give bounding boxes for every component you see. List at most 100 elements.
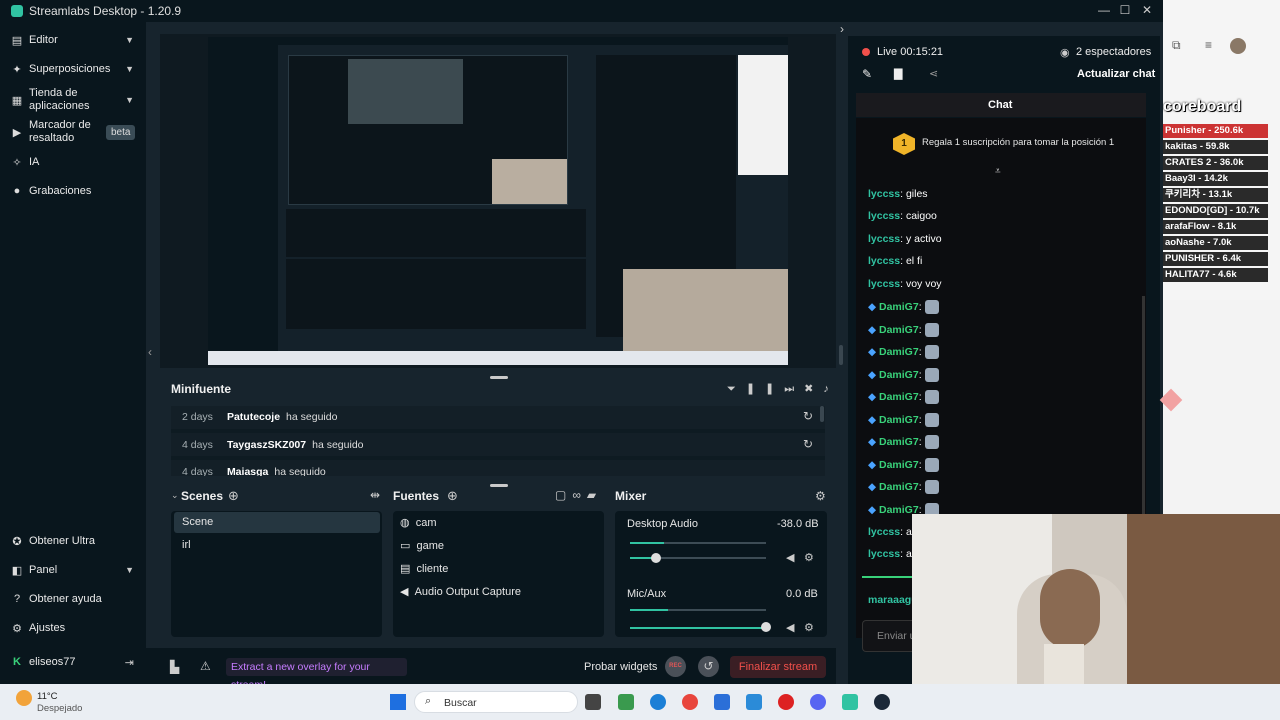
menu-icon[interactable]: ≡ (1205, 38, 1212, 52)
source-item-audio[interactable]: ◀ Audio Output Capture (400, 585, 521, 598)
steam-icon[interactable] (874, 694, 890, 710)
sidebar-item-recordings[interactable]: ● Grabaciones (0, 183, 146, 199)
select-icon[interactable]: ▢ (555, 488, 572, 502)
sidebar-item-app-store[interactable]: ▦ Tienda de aplicaciones ▼ (0, 86, 146, 114)
alert-icon[interactable]: ⚠ (200, 659, 211, 673)
chat-message: ◆ DamiG7: (868, 323, 939, 337)
store-icon[interactable] (714, 694, 730, 710)
chevron-down-icon[interactable]: ⌄ (171, 490, 179, 501)
pause-icon[interactable]: ❚❚ (746, 383, 784, 395)
gift-sub-banner[interactable]: Regala 1 suscripción para tomar la posic… (922, 137, 1114, 148)
streamlabs-taskbar-icon[interactable] (842, 694, 858, 710)
weather-temp: 11°C (37, 691, 58, 702)
collapse-right-icon[interactable]: › (840, 22, 844, 36)
start-menu-icon[interactable] (390, 694, 406, 710)
test-widgets-button[interactable]: Probar widgets (584, 661, 657, 673)
chat-message: lyccss: ar (868, 548, 916, 560)
extensions-icon[interactable]: ⧉ (1172, 38, 1181, 53)
live-timer: Live 00:15:21 (877, 46, 944, 58)
sidebar-item-account[interactable]: K eliseos77 ⇥ (0, 654, 146, 670)
volume-slider-desktop[interactable] (651, 553, 661, 563)
source-item-game[interactable]: ▭ game (400, 539, 444, 552)
scene-item[interactable]: Scene (182, 516, 213, 528)
source-item-client[interactable]: ▤ cliente (400, 562, 448, 575)
end-stream-button[interactable]: Finalizar stream (730, 656, 826, 678)
ai-sparkle-icon: ✧ (12, 156, 22, 169)
chevron-down-icon: ▼ (125, 64, 134, 74)
volume-icon[interactable]: ♪ (823, 383, 839, 395)
outlook-icon[interactable] (746, 694, 762, 710)
link-icon[interactable]: ∞ (572, 488, 587, 502)
drag-handle[interactable] (490, 484, 508, 487)
chrome-icon[interactable] (682, 694, 698, 710)
filter-icon[interactable]: ⏷ (727, 383, 746, 395)
scene-transition-icon[interactable]: ⇹ (370, 488, 380, 502)
promo-banner[interactable]: Extract a new overlay for your stream! (226, 658, 407, 691)
chevron-down-icon: ▼ (125, 35, 134, 45)
source-item-cam[interactable]: ◍ cam (400, 516, 437, 529)
edge-icon[interactable] (650, 694, 666, 710)
share-icon[interactable]: ⋖ (929, 67, 938, 80)
sidebar-item-ai[interactable]: ✧ IA (0, 154, 146, 170)
replay-icon[interactable]: ↻ (803, 409, 813, 423)
widgets-icon[interactable] (618, 694, 634, 710)
chat-input[interactable]: Enviar u (862, 620, 914, 652)
list-item: 4 days TaygaszSKZ007 ha seguido (182, 439, 364, 451)
sidebar-item-overlays[interactable]: ✦ Superposiciones ▼ (0, 61, 146, 77)
edit-stream-icon[interactable]: ✎ (862, 67, 872, 81)
resize-handle[interactable] (839, 345, 843, 365)
dashboard-icon[interactable]: ▇ (894, 67, 902, 80)
stats-icon[interactable]: ▙ (170, 660, 179, 674)
app-icon[interactable] (778, 694, 794, 710)
mute-alerts-icon[interactable]: ✖ (804, 383, 823, 395)
monitor-icon: ▭ (400, 540, 411, 552)
speaker-mute-icon[interactable]: ◀ (786, 621, 794, 634)
collapse-banner-icon[interactable]: ⩡ (995, 166, 1001, 177)
gear-icon: ⚙ (12, 622, 22, 635)
add-scene-icon[interactable]: ⊕ (228, 488, 239, 504)
chat-message: lyccss: el fi (868, 255, 923, 267)
score-row: 쿠키리차 - 13.1k (1163, 188, 1268, 202)
sidebar-item-settings[interactable]: ⚙ Ajustes (0, 620, 146, 636)
discord-icon[interactable] (810, 694, 826, 710)
sidebar-item-help[interactable]: ? Obtener ayuda (0, 591, 146, 607)
logout-icon[interactable]: ⇥ (125, 656, 134, 669)
emote-icon (924, 345, 939, 359)
scene-item[interactable]: irl (182, 539, 191, 551)
source-tools: ▢∞▰ (555, 488, 602, 502)
volume-slider-mic[interactable] (761, 622, 771, 632)
rec-button[interactable]: REC (665, 656, 686, 677)
refresh-chat-button[interactable]: Actualizar chat (1077, 68, 1155, 80)
scrollbar[interactable] (820, 406, 824, 422)
replay-icon[interactable]: ↻ (803, 437, 813, 451)
replay-buffer-icon[interactable]: ↺ (698, 656, 719, 677)
mixer-channel-name: Mic/Aux (627, 588, 667, 600)
skip-icon[interactable]: ⏭ (784, 383, 804, 395)
window-title: Streamlabs Desktop - 1.20.9 (29, 4, 182, 18)
mixer-settings-icon[interactable]: ⚙ (815, 489, 826, 503)
list-item: 4 days Maiasga ha seguido (182, 466, 326, 476)
score-row: HALITA77 - 4.6k (1163, 268, 1268, 282)
ultra-icon: ✪ (12, 535, 22, 548)
folder-icon[interactable]: ▰ (587, 488, 602, 502)
add-source-icon[interactable]: ⊕ (447, 488, 458, 504)
sidebar-item-highlighter[interactable]: ▶ Marcador de resaltado beta (0, 118, 146, 146)
chevron-down-icon: ▼ (125, 565, 134, 575)
sidebar-item-editor[interactable]: ▤ Editor ▼ (0, 32, 146, 48)
collapse-left-icon[interactable]: ‹ (148, 345, 152, 359)
sidebar-item-ultra[interactable]: ✪ Obtener Ultra (0, 533, 146, 549)
taskbar-search[interactable] (414, 691, 578, 713)
drag-handle[interactable] (490, 376, 508, 379)
speaker-mute-icon[interactable]: ◀ (786, 551, 794, 564)
close-icon[interactable]: ✕ (1135, 0, 1159, 22)
gear-icon[interactable]: ⚙ (804, 551, 814, 564)
chat-scrollbar[interactable] (1142, 296, 1145, 516)
task-view-icon[interactable] (585, 694, 601, 710)
avatar[interactable] (1230, 38, 1246, 54)
badge-icon: ◆ (868, 323, 877, 336)
chat-message: ◆ DamiG7: (868, 413, 939, 427)
maximize-icon[interactable]: ☐ (1113, 0, 1137, 22)
sidebar-item-panel[interactable]: ◧ Panel ▼ (0, 562, 146, 578)
gear-icon[interactable]: ⚙ (804, 621, 814, 634)
weather-icon[interactable] (16, 690, 32, 706)
